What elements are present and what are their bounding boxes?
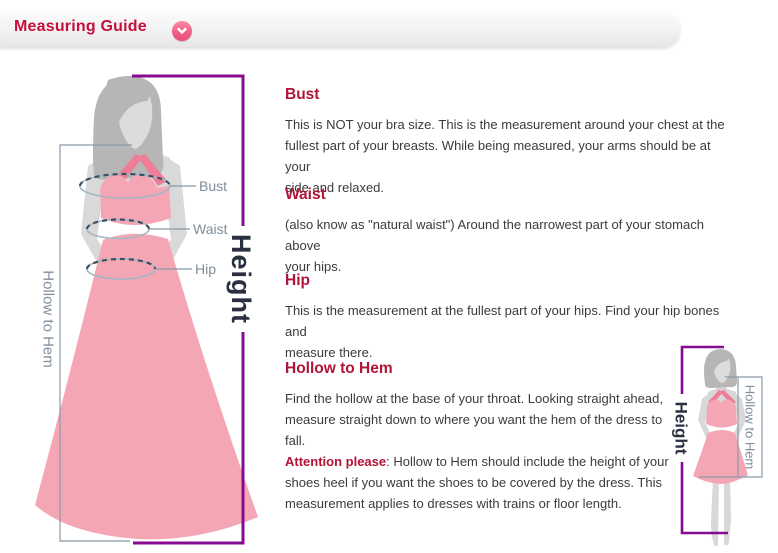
short-dress-diagram: Hollow to Hem Height xyxy=(660,338,778,553)
measuring-guide-page: Measuring Guide xyxy=(0,0,778,553)
height-label: Height xyxy=(226,234,256,324)
hollow-text-before: Find the hollow at the base of your thro… xyxy=(285,391,663,448)
chevron-down-icon[interactable] xyxy=(172,21,192,41)
hollow-to-hem-heading: Hollow to Hem xyxy=(285,360,683,378)
section-hollow-to-hem: Hollow to Hem Find the hollow at the bas… xyxy=(285,360,683,514)
page-title: Measuring Guide xyxy=(14,18,147,36)
dress-measurement-diagram: Bust Waist Hip Hollow to Hem Height xyxy=(28,62,268,552)
bust-heading: Bust xyxy=(285,86,735,104)
hollow-to-hem-label: Hollow to Hem xyxy=(40,270,57,368)
waist-description: (also know as "natural waist") Around th… xyxy=(285,214,735,277)
hip-label: Hip xyxy=(195,261,216,277)
hollow-to-hem-description: Find the hollow at the base of your thro… xyxy=(285,388,683,514)
chevron-glyph xyxy=(176,25,188,37)
waist-label: Waist xyxy=(193,221,228,237)
small-height-label: Height xyxy=(672,402,691,455)
hip-heading: Hip xyxy=(285,272,735,290)
bust-label: Bust xyxy=(199,178,227,194)
attention-please-label: Attention please xyxy=(285,454,386,469)
section-waist: Waist (also know as "natural waist") Aro… xyxy=(285,186,735,277)
dress-skirt xyxy=(35,234,258,540)
dress xyxy=(35,154,258,539)
small-bodice xyxy=(706,400,737,428)
measuring-guide-header[interactable]: Measuring Guide xyxy=(0,10,680,47)
section-bust: Bust This is NOT your bra size. This is … xyxy=(285,86,735,198)
small-hollow-to-hem-label: Hollow to Hem xyxy=(743,385,758,470)
small-skirt xyxy=(693,430,748,484)
waist-heading: Waist xyxy=(285,186,735,204)
